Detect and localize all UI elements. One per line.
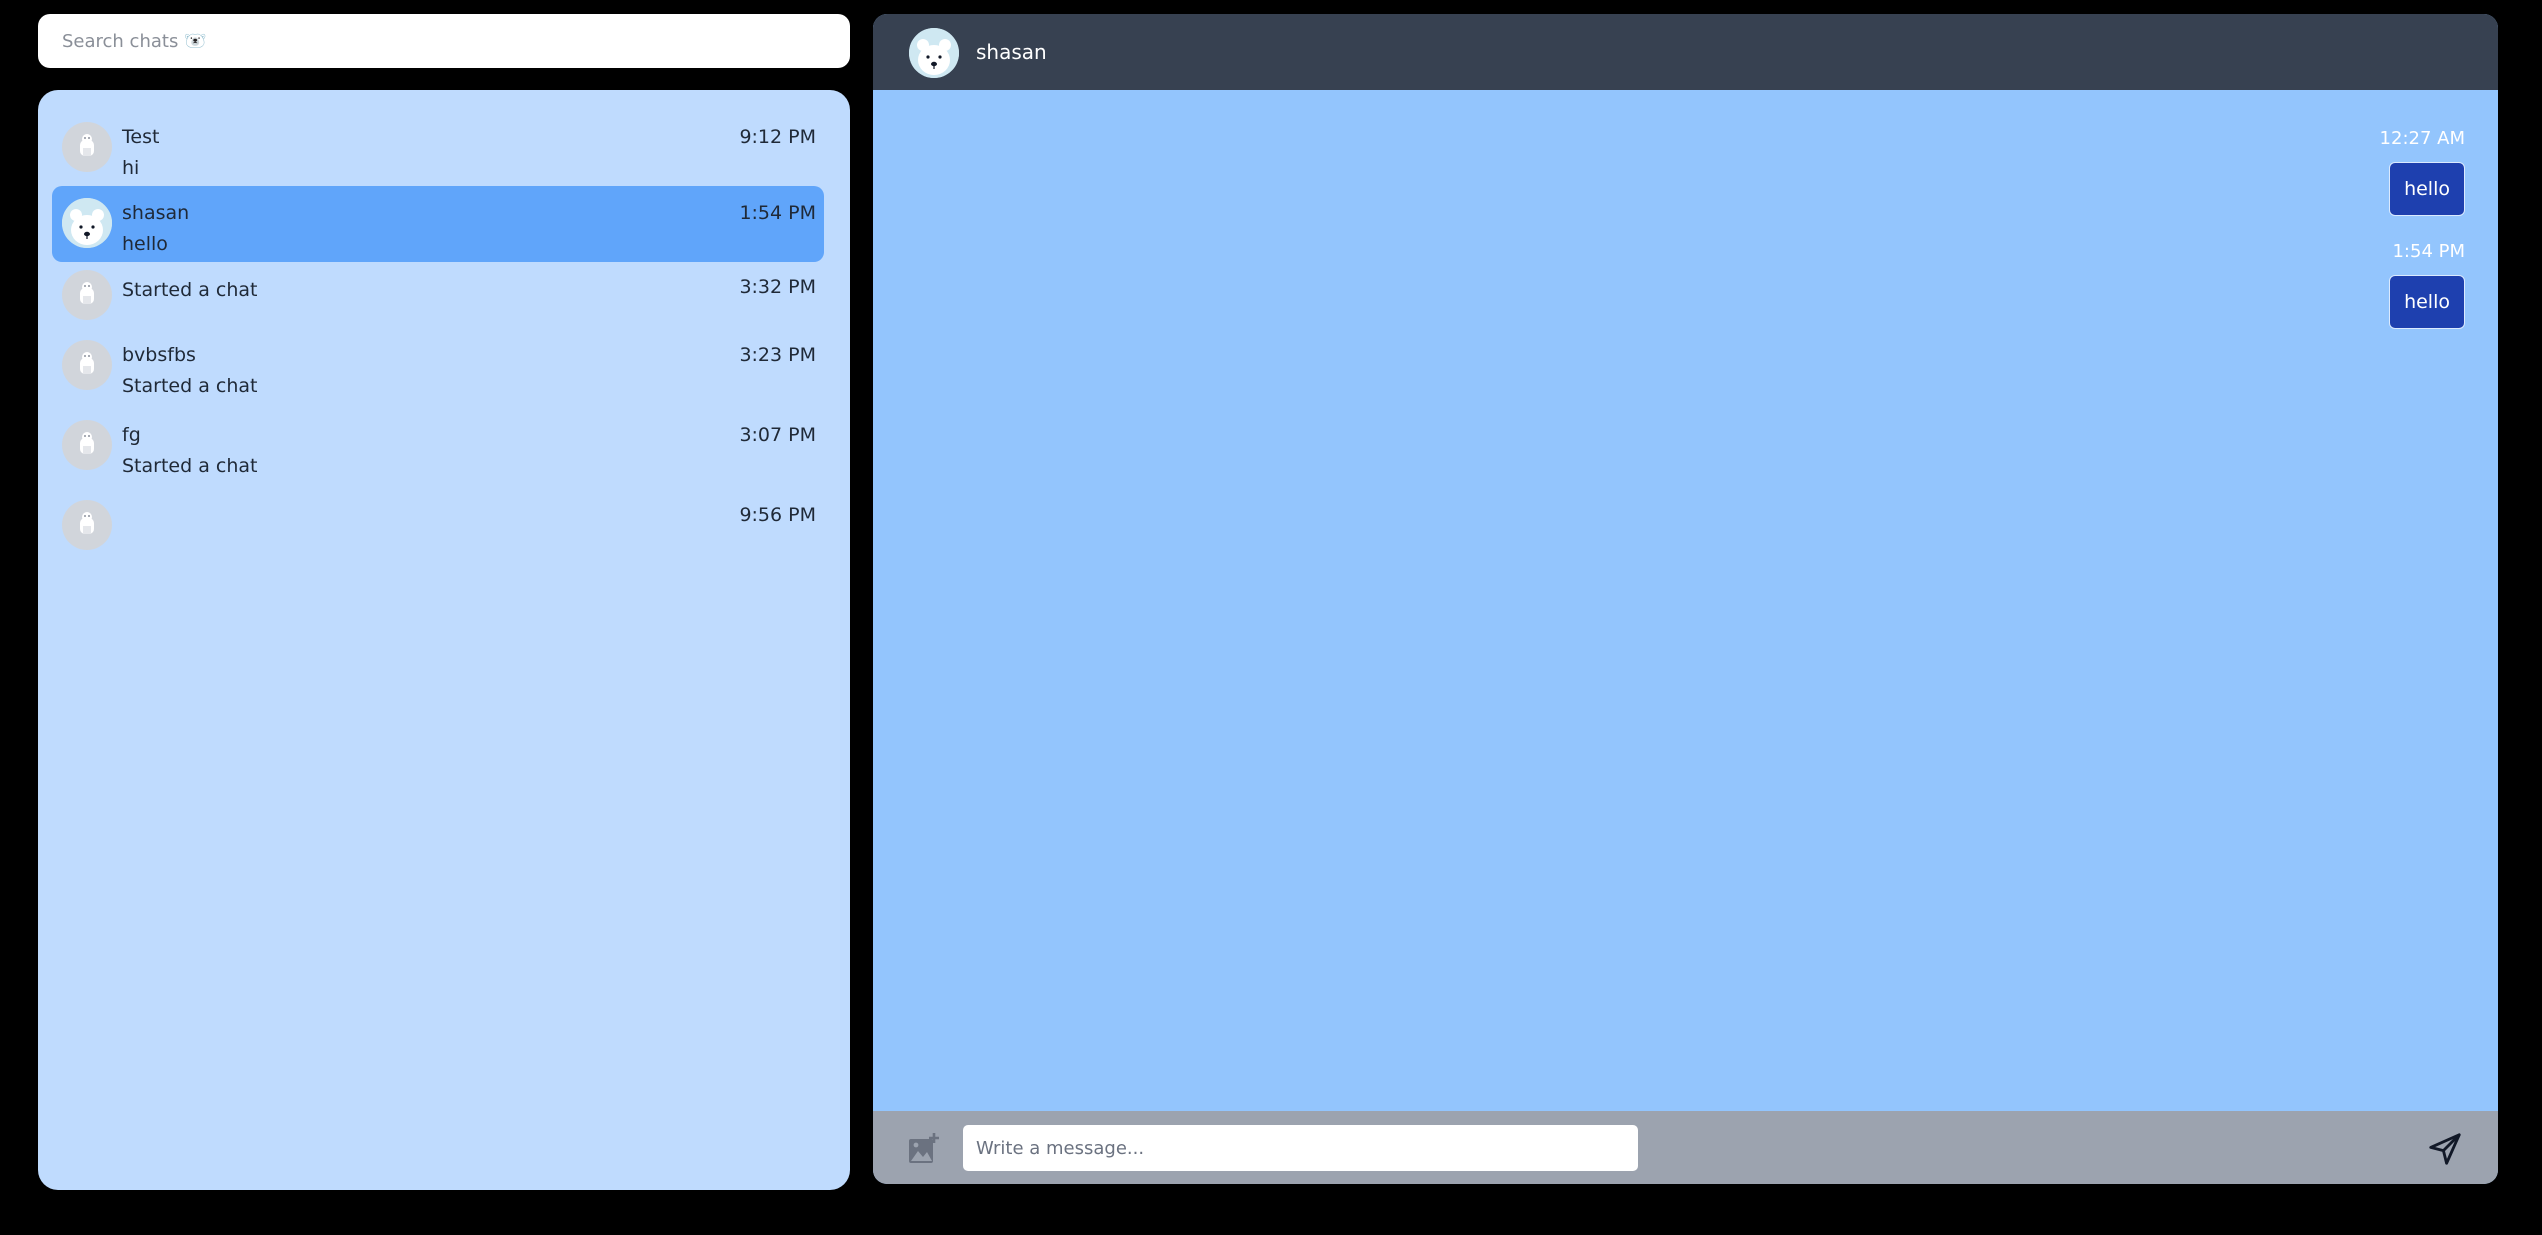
avatar [62, 420, 112, 470]
avatar [62, 122, 112, 172]
message-timestamp: 12:27 AM [2379, 128, 2465, 149]
search-input[interactable] [60, 29, 850, 53]
avatar [62, 500, 112, 550]
add-image-button[interactable] [905, 1129, 943, 1167]
search-box[interactable] [38, 14, 850, 68]
polar-bear-grey-icon [62, 340, 112, 390]
chat-list-item[interactable]: Started a chat 3:32 PM [52, 262, 824, 328]
message-bubble: hello [2389, 162, 2465, 216]
chat-list: Test hi 9:12 PM shasan hello 1:54 PM Sta… [38, 90, 850, 1190]
polar-bear-grey-icon [62, 420, 112, 470]
send-icon [2429, 1133, 2461, 1165]
chat-header-title: shasan [976, 40, 1047, 64]
chat-preview: Started a chat [122, 375, 258, 397]
chat-name: shasan [122, 202, 190, 224]
message-input[interactable] [963, 1125, 1638, 1171]
polar-bear-face-icon [62, 198, 112, 248]
chat-name: Test [122, 126, 160, 148]
chat-preview: hello [122, 233, 168, 255]
chat-preview: hi [122, 157, 140, 179]
chat-list-item[interactable]: 9:56 PM [52, 488, 824, 568]
chat-name: bvbsfbs [122, 344, 196, 366]
chat-panel: shasan 12:27 AM hello 1:54 PM hello [873, 14, 2498, 1184]
chat-list-item-active[interactable]: shasan hello 1:54 PM [52, 186, 824, 262]
add-image-icon [909, 1133, 939, 1163]
chat-time: 3:32 PM [739, 276, 816, 298]
chat-list-item[interactable]: fg Started a chat 3:07 PM [52, 408, 824, 488]
chat-time: 9:56 PM [739, 504, 816, 526]
message-composer [873, 1111, 2498, 1184]
chat-name: fg [122, 424, 141, 446]
polar-bear-grey-icon [62, 500, 112, 550]
chat-list-item[interactable]: bvbsfbs Started a chat 3:23 PM [52, 328, 824, 408]
message-bubble: hello [2389, 275, 2465, 329]
chat-time: 3:23 PM [739, 344, 816, 366]
avatar [62, 198, 112, 248]
send-button[interactable] [2424, 1128, 2466, 1170]
chat-header: shasan [873, 14, 2498, 90]
polar-bear-grey-icon [62, 270, 112, 320]
avatar [62, 340, 112, 390]
chat-preview: Started a chat [122, 455, 258, 477]
header-avatar [909, 28, 959, 78]
chat-preview: Started a chat [122, 279, 258, 301]
chat-time: 3:07 PM [739, 424, 816, 446]
avatar [62, 270, 112, 320]
message-area: 12:27 AM hello 1:54 PM hello [873, 90, 2498, 1125]
message-timestamp: 1:54 PM [2392, 241, 2465, 262]
chat-time: 1:54 PM [739, 202, 816, 224]
polar-bear-face-icon [909, 28, 959, 78]
polar-bear-grey-icon [62, 122, 112, 172]
chat-list-item[interactable]: Test hi 9:12 PM [52, 110, 824, 186]
chat-time: 9:12 PM [739, 126, 816, 148]
